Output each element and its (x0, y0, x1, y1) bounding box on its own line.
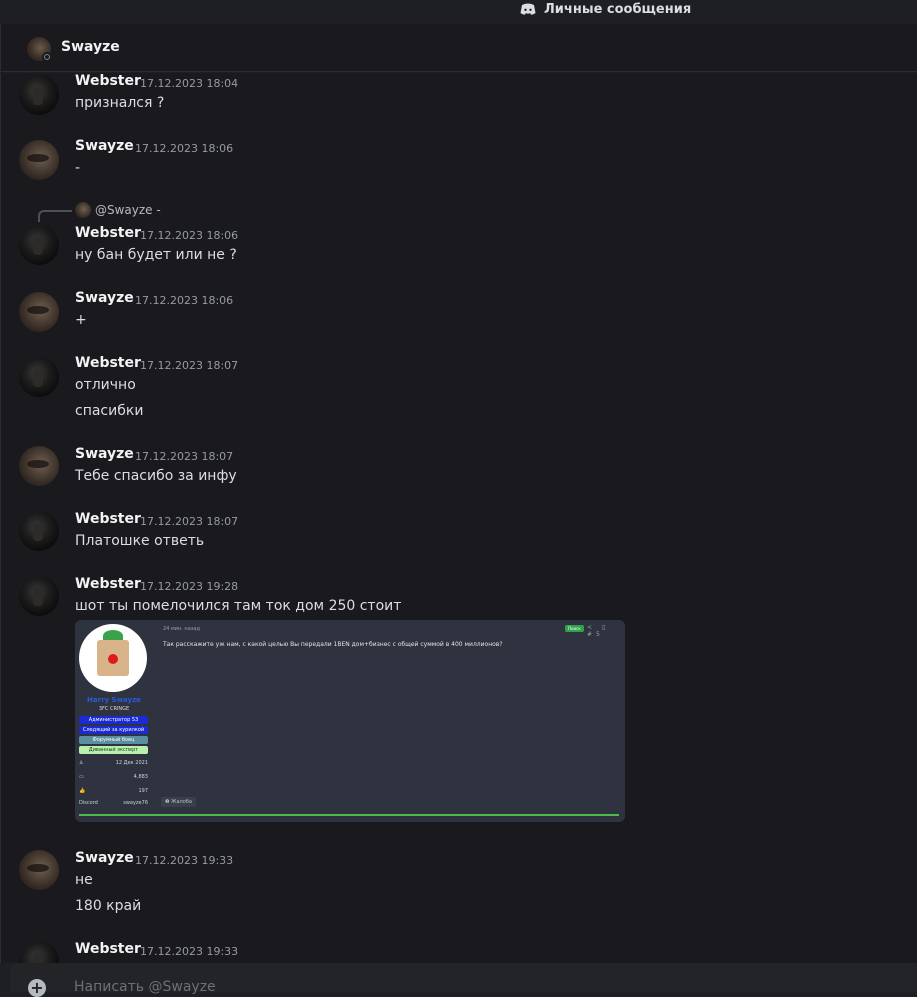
forum-badge: Форумный боец (79, 736, 148, 744)
avatar[interactable] (75, 202, 91, 218)
message-text: 180 край (75, 898, 142, 914)
message-timestamp: 17.12.2023 19:28 (140, 580, 239, 593)
reply-text: - (156, 203, 161, 217)
message-author[interactable]: Swayze (75, 850, 134, 866)
avatar[interactable] (19, 446, 59, 486)
dm-title: Личные сообщения (520, 0, 691, 18)
forum-tag: Поиск (565, 625, 584, 632)
avatar[interactable] (19, 941, 59, 963)
message-timestamp: 17.12.2023 18:06 (135, 294, 234, 307)
discord-logo-icon (520, 3, 536, 15)
message-text: отлично (75, 377, 136, 393)
dm-title-label: Личные сообщения (544, 1, 692, 17)
status-icon (42, 52, 52, 62)
avatar[interactable] (19, 850, 59, 890)
message-author[interactable]: Webster (75, 355, 141, 371)
forum-user-card: Harry Swayze 3FC CRINGE Администратор 53… (75, 620, 155, 822)
image-attachment[interactable]: Harry Swayze 3FC CRINGE Администратор 53… (75, 620, 625, 822)
message-author[interactable]: Webster (75, 73, 141, 89)
channel-name[interactable]: Swayze (61, 39, 120, 55)
message-author[interactable]: Swayze (75, 138, 134, 154)
avatar[interactable] (19, 225, 59, 265)
message-timestamp: 17.12.2023 18:06 (135, 142, 234, 155)
message-author[interactable]: Webster (75, 225, 141, 241)
message-author[interactable]: Webster (75, 576, 141, 592)
message-text: не (75, 872, 93, 888)
message-text: признался ? (75, 95, 165, 111)
message-text: - (75, 160, 81, 176)
reply-mention[interactable]: @Swayze (95, 203, 153, 217)
forum-avatar (79, 624, 147, 692)
message-text: Тебе спасибо за инфу (75, 468, 237, 484)
message-author[interactable]: Webster (75, 941, 141, 957)
message-timestamp: 17.12.2023 19:33 (135, 854, 234, 867)
avatar[interactable] (19, 140, 59, 180)
divider (79, 814, 619, 816)
forum-post-actions: < ▯ #5 (587, 624, 610, 638)
channel-header: Swayze (0, 24, 917, 72)
reply-connector (38, 210, 72, 222)
message-timestamp: 17.12.2023 18:07 (140, 359, 239, 372)
forum-post-text: Так расскажите уж нам, с какой целью Вы … (163, 641, 503, 648)
forum-post-time: 24 мин. назад (163, 626, 200, 632)
message-text: ну бан будет или не ? (75, 247, 237, 263)
message-input[interactable]: Написать @Swayze (74, 979, 216, 995)
avatar[interactable] (19, 511, 59, 551)
message-composer[interactable]: + Написать @Swayze (10, 963, 917, 997)
message-timestamp: 17.12.2023 18:06 (140, 229, 239, 242)
message-text: спасибки (75, 403, 144, 419)
message-author[interactable]: Swayze (75, 446, 134, 462)
message-timestamp: 17.12.2023 18:07 (135, 450, 234, 463)
window-titlebar: Личные сообщения (0, 0, 917, 24)
message-text: + (75, 312, 87, 328)
forum-username: Harry Swayze (87, 696, 141, 704)
forum-badge: Администратор 53 (79, 716, 148, 724)
message-author[interactable]: Webster (75, 511, 141, 527)
message-timestamp: 17.12.2023 18:07 (140, 515, 239, 528)
message-text: Платошке ответь (75, 533, 205, 549)
message-list[interactable]: Webster 17.12.2023 18:04 признался ? Swa… (0, 73, 917, 963)
avatar[interactable] (19, 292, 59, 332)
message-text: шот ты помелочился там ток дом 250 стоит (75, 598, 402, 614)
forum-user-title: 3FC CRINGE (98, 706, 130, 712)
message-author[interactable]: Swayze (75, 290, 134, 306)
avatar[interactable] (19, 576, 59, 616)
forum-badge: Следящий за курилкой (79, 726, 148, 734)
add-attachment-icon[interactable]: + (28, 979, 46, 997)
avatar[interactable] (19, 357, 59, 397)
reply-preview[interactable]: @Swayze - (95, 203, 161, 217)
forum-badge: Диванный эксперт (79, 746, 148, 754)
message-timestamp: 17.12.2023 19:33 (140, 945, 239, 958)
message-timestamp: 17.12.2023 18:04 (140, 77, 239, 90)
forum-report-button: ❶ Жалоба (161, 797, 196, 807)
avatar[interactable] (19, 75, 59, 115)
